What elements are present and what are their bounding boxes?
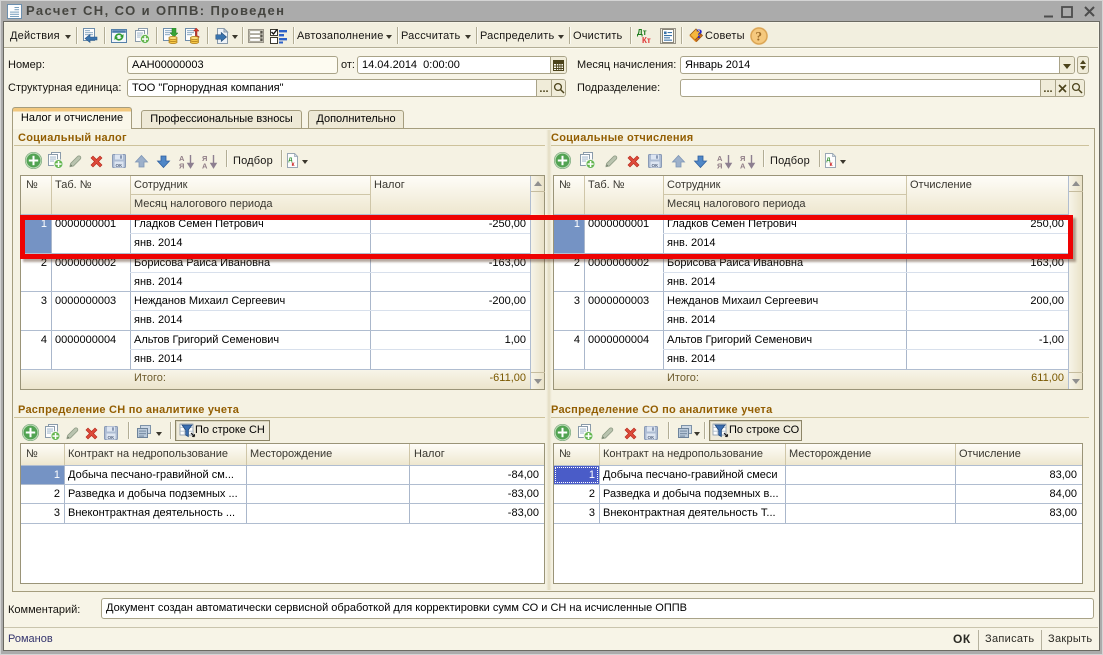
svg-text:Кт: Кт [642,36,651,44]
svg-text:?: ? [756,29,763,44]
svg-text:?: ? [696,27,703,41]
